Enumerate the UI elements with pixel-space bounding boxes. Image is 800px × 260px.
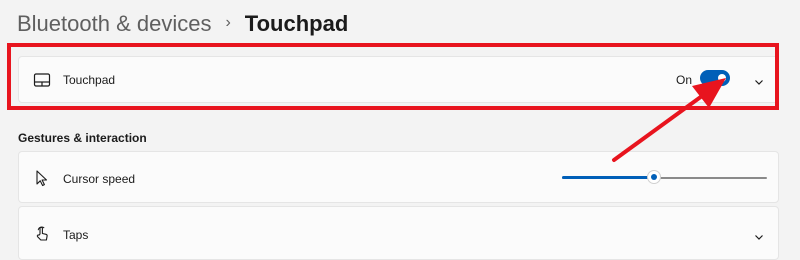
chevron-down-icon[interactable]	[754, 229, 764, 240]
breadcrumb-parent[interactable]: Bluetooth & devices	[17, 8, 211, 40]
chevron-down-icon[interactable]	[754, 74, 764, 85]
slider-fill	[562, 176, 655, 179]
cursor-speed-slider[interactable]	[562, 170, 767, 184]
toggle-state-text: On	[675, 73, 692, 87]
touchpad-label: Touchpad	[63, 73, 116, 87]
tap-hand-icon	[33, 225, 51, 243]
touchpad-toggle[interactable]	[700, 70, 730, 86]
page-title: Touchpad	[244, 11, 349, 36]
taps-label: Taps	[63, 228, 89, 242]
section-title-gestures: Gestures & interaction	[18, 131, 147, 145]
taps-card[interactable]: Taps	[18, 206, 779, 260]
breadcrumb: Bluetooth & devices › Touchpad	[17, 8, 348, 40]
touchpad-setting-card[interactable]: Touchpad On	[18, 56, 779, 103]
breadcrumb-separator: ›	[225, 14, 231, 31]
touchpad-icon	[33, 71, 51, 89]
cursor-icon	[33, 169, 51, 187]
cursor-speed-card: Cursor speed	[18, 151, 779, 203]
slider-thumb[interactable]	[647, 170, 662, 184]
cursor-speed-label: Cursor speed	[63, 172, 136, 186]
toggle-knob	[718, 74, 726, 82]
